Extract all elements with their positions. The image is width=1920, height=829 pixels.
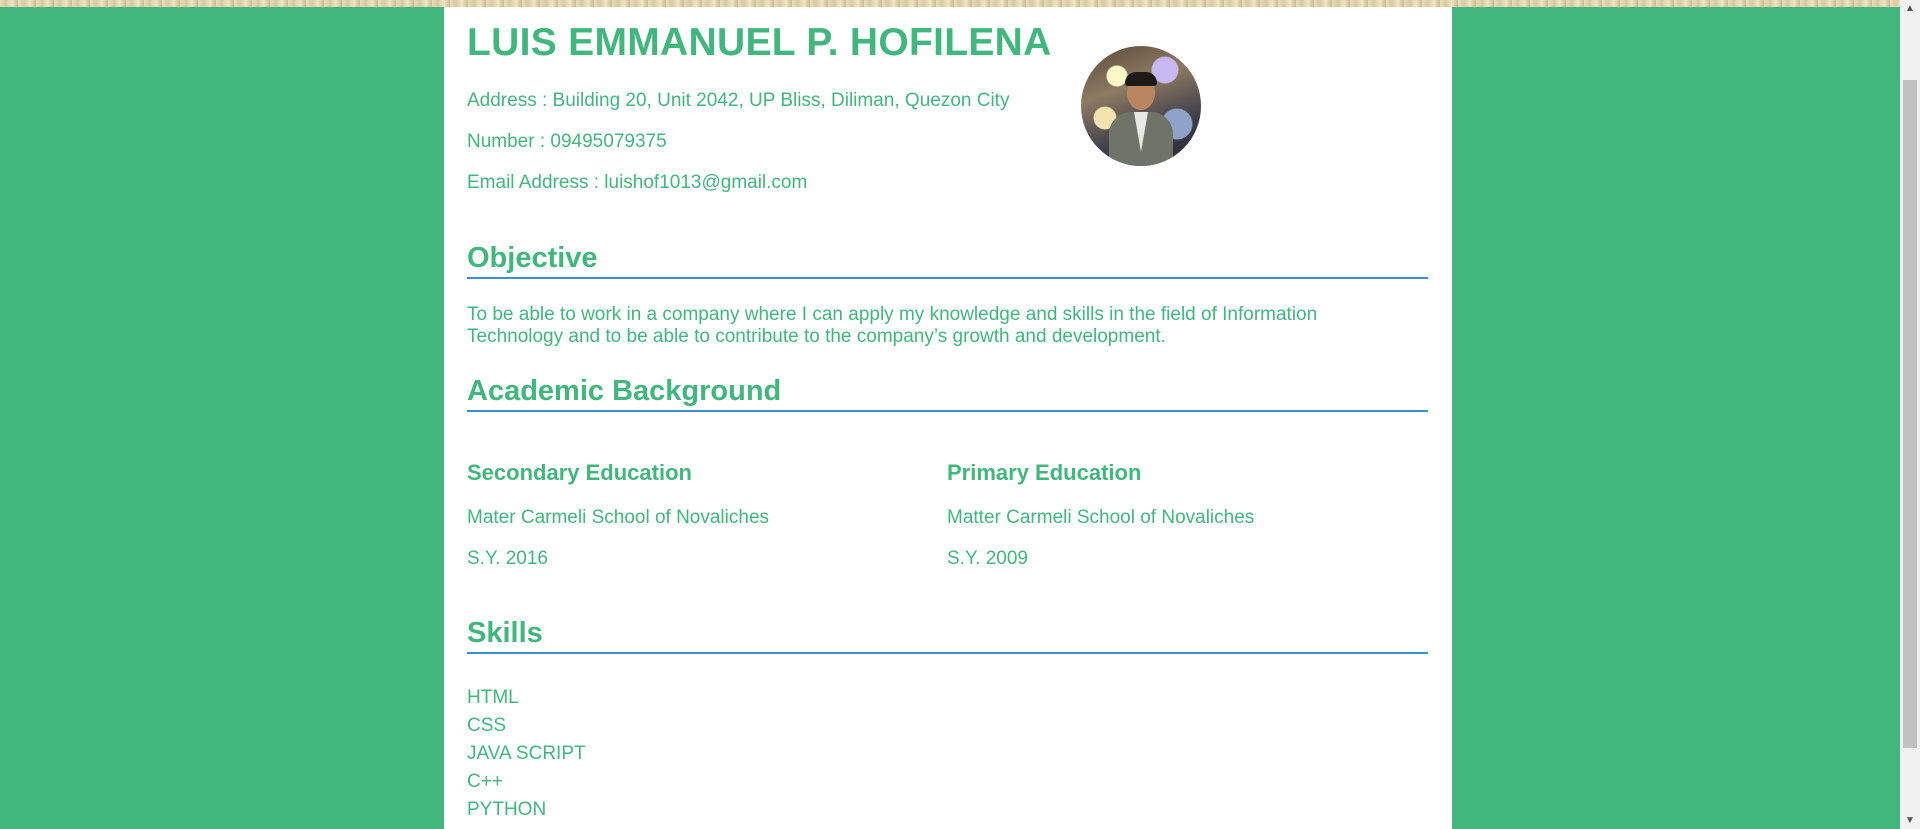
objective-heading: Objective bbox=[467, 242, 598, 274]
skills-divider bbox=[467, 652, 1428, 654]
primary-education-heading: Primary Education bbox=[947, 460, 1142, 485]
skill-item: C++ bbox=[467, 771, 503, 792]
skills-heading: Skills bbox=[467, 617, 543, 649]
objective-divider bbox=[467, 277, 1428, 279]
top-decorative-strip bbox=[0, 0, 1900, 7]
profile-photo bbox=[1081, 46, 1201, 166]
secondary-education-heading: Secondary Education bbox=[467, 460, 692, 485]
skill-item: JAVA SCRIPT bbox=[467, 743, 586, 764]
academic-heading: Academic Background bbox=[467, 375, 782, 407]
secondary-school: Mater Carmeli School of Novaliches bbox=[467, 507, 770, 528]
scrollbar-thumb[interactable] bbox=[1903, 80, 1917, 748]
secondary-year: S.Y. 2016 bbox=[467, 548, 549, 569]
primary-school: Matter Carmeli School of Novaliches bbox=[947, 507, 1255, 528]
primary-year: S.Y. 2009 bbox=[947, 548, 1029, 569]
skill-item: HTML bbox=[467, 687, 519, 708]
vertical-scrollbar[interactable]: ▲ ▼ bbox=[1900, 0, 1920, 829]
resume-name: LUIS EMMANUEL P. HOFILENA bbox=[467, 21, 1052, 64]
skill-item: PYTHON bbox=[467, 799, 547, 820]
academic-divider bbox=[467, 410, 1428, 412]
resume-page: LUIS EMMANUEL P. HOFILENA Address : Buil… bbox=[444, 7, 1452, 829]
phone-number-line: Number : 09495079375 bbox=[467, 131, 667, 152]
chevron-up-icon[interactable]: ▲ bbox=[1900, 0, 1920, 17]
skills-list: HTML CSS JAVA SCRIPT C++ PYTHON bbox=[467, 684, 586, 824]
skill-item: CSS bbox=[467, 715, 507, 736]
chevron-down-icon[interactable]: ▼ bbox=[1900, 812, 1920, 829]
objective-text: To be able to work in a company where I … bbox=[467, 304, 1318, 347]
photo-hair bbox=[1125, 72, 1157, 86]
email-line: Email Address : luishof1013@gmail.com bbox=[467, 172, 808, 193]
address-line: Address : Building 20, Unit 2042, UP Bli… bbox=[467, 90, 1010, 111]
